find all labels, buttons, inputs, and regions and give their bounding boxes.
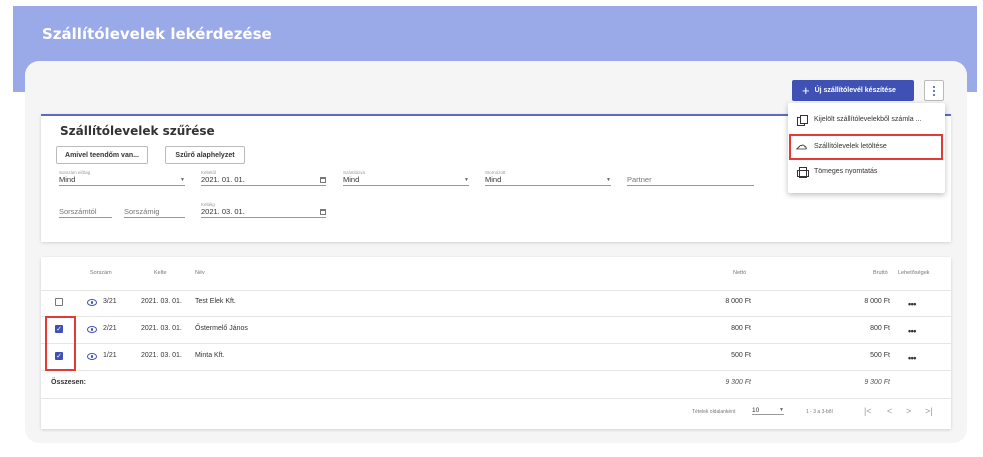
row-net: 500 Ft xyxy=(731,352,751,359)
menu-item-bulk-print[interactable]: Tömeges nyomtatás xyxy=(797,167,878,178)
per-page-label: Tételek oldalanként xyxy=(692,409,736,415)
view-icon[interactable] xyxy=(87,299,97,306)
row-net: 800 Ft xyxy=(731,325,751,332)
row-net: 8 000 Ft xyxy=(725,298,751,305)
per-page-select[interactable]: 10 ▼ xyxy=(752,407,784,415)
view-icon[interactable] xyxy=(87,326,97,333)
issued-from-value: 2021. 01. 01. xyxy=(201,175,245,184)
row-name: Minta Kft. xyxy=(195,352,225,359)
plus-icon: + xyxy=(802,83,810,98)
view-icon[interactable] xyxy=(87,353,97,360)
calendar-icon[interactable] xyxy=(320,176,326,183)
previous-page-icon[interactable]: < xyxy=(887,406,892,416)
next-page-icon[interactable]: > xyxy=(906,406,911,416)
issued-to-value: 2021. 03. 01. xyxy=(201,207,245,216)
more-horiz-icon[interactable]: ••• xyxy=(908,300,916,309)
checkbox-highlight xyxy=(45,316,76,371)
calendar-icon[interactable] xyxy=(320,208,326,215)
col-header-date[interactable]: Kelte xyxy=(154,270,167,276)
row-name: Test Elek Kft. xyxy=(195,298,236,305)
more-horiz-icon[interactable]: ••• xyxy=(908,327,916,336)
menu-item-label: Kijelölt szállítólevelekből számla ... xyxy=(814,116,922,123)
dropdown-arrow-icon: ▼ xyxy=(606,176,611,183)
row-date: 2021. 03. 01. xyxy=(141,352,182,359)
serial-to-field[interactable]: Sorszámig xyxy=(124,202,185,218)
invoiced-select[interactable]: Számlázva Mind ▼ xyxy=(343,170,469,186)
page-title: Szállítólevelek lekérdezése xyxy=(42,25,272,43)
last-page-icon[interactable]: >| xyxy=(925,406,933,416)
row-checkbox[interactable] xyxy=(55,298,63,306)
partner-field[interactable]: Partner xyxy=(627,170,754,186)
row-gross: 8 000 Ft xyxy=(864,298,890,305)
page-range: 1 - 3 a 3-ből xyxy=(806,409,833,415)
row-serial: 3/21 xyxy=(103,298,117,305)
totals-gross: 9 300 Ft xyxy=(864,379,890,386)
serial-from-field[interactable]: Sorszámtól xyxy=(59,202,112,218)
todo-filter-button[interactable]: Amivel teendőm van... xyxy=(56,146,148,164)
download-highlight xyxy=(789,134,943,160)
row-gross: 800 Ft xyxy=(870,325,890,332)
totals-label: Összesen: xyxy=(51,379,87,386)
row-date: 2021. 03. 01. xyxy=(141,325,182,332)
partner-placeholder: Partner xyxy=(627,175,652,184)
totals-net: 9 300 Ft xyxy=(725,379,751,386)
serial-to-placeholder: Sorszámig xyxy=(124,207,160,216)
chevron-up-icon[interactable]: ⌃ xyxy=(183,124,191,135)
per-page-value: 10 xyxy=(752,407,760,414)
copy-icon xyxy=(797,115,808,126)
col-header-serial[interactable]: Sorszám xyxy=(90,270,112,276)
reset-filter-button[interactable]: Szűrő alaphelyzet xyxy=(165,146,245,164)
row-date: 2021. 03. 01. xyxy=(141,298,182,305)
first-page-icon[interactable]: |< xyxy=(864,406,872,416)
dropdown-arrow-icon: ▼ xyxy=(779,407,784,413)
row-gross: 500 Ft xyxy=(870,352,890,359)
prefix-value: Mind xyxy=(59,175,76,184)
cancelled-select[interactable]: Stornózott Mind ▼ xyxy=(485,170,611,186)
col-header-net[interactable]: Nettó xyxy=(733,270,746,276)
row-serial: 2/21 xyxy=(103,325,117,332)
serial-from-placeholder: Sorszámtól xyxy=(59,207,97,216)
menu-item-create-invoice[interactable]: Kijelölt szállítólevelekből számla ... xyxy=(797,115,922,126)
more-vert-icon xyxy=(933,85,935,96)
issued-to-field[interactable]: Keltéig 2021. 03. 01. xyxy=(201,202,326,218)
prefix-select[interactable]: Sorszám előtag Mind ▼ xyxy=(59,170,185,186)
col-header-name[interactable]: Név xyxy=(195,270,205,276)
col-header-options: Lehetőségek xyxy=(898,270,930,276)
issued-from-field[interactable]: Keltétől 2021. 01. 01. xyxy=(201,170,326,186)
invoiced-value: Mind xyxy=(343,175,360,184)
more-options-button[interactable] xyxy=(924,80,944,101)
more-horiz-icon[interactable]: ••• xyxy=(908,354,916,363)
new-delivery-note-button[interactable]: + Új szállítólevél készítése xyxy=(792,80,914,101)
row-name: Őstermelő János xyxy=(195,325,248,332)
dropdown-arrow-icon: ▼ xyxy=(180,176,185,183)
menu-item-label: Tömeges nyomtatás xyxy=(814,168,878,175)
cancelled-value: Mind xyxy=(485,175,502,184)
col-header-gross[interactable]: Bruttó xyxy=(873,270,888,276)
dropdown-arrow-icon: ▼ xyxy=(464,176,469,183)
filter-title: Szállítólevelek szűrése xyxy=(60,124,215,138)
print-icon xyxy=(797,167,809,178)
row-serial: 1/21 xyxy=(103,352,117,359)
new-delivery-note-label: Új szállítólevél készítése xyxy=(814,87,896,94)
